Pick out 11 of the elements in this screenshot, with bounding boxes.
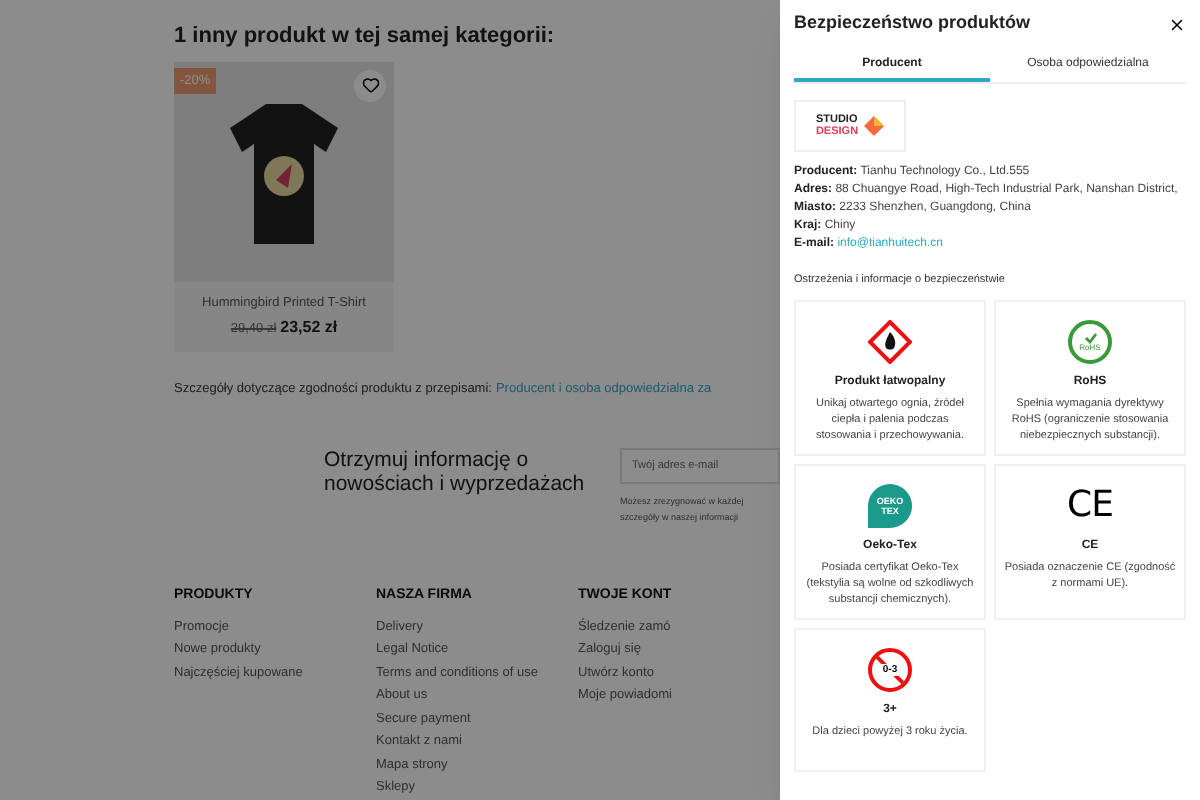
ce-mark: CE	[1066, 484, 1114, 529]
checkmark-icon	[1083, 332, 1097, 345]
diamond-logo-icon	[864, 116, 885, 136]
newsletter-title: Otrzymuj informację o nowościach i wyprzedażach	[324, 448, 587, 500]
product-price: 23,52 zł	[280, 316, 338, 341]
wishlist-button[interactable]	[354, 69, 386, 101]
close-icon	[1167, 15, 1185, 33]
heart-icon	[361, 76, 379, 94]
section-heading: 1 inny produkt w tej samej kategorii:	[174, 22, 557, 52]
close-button[interactable]	[1166, 14, 1186, 34]
panel-title: Bezpieczeństwo produktów	[794, 10, 1031, 37]
